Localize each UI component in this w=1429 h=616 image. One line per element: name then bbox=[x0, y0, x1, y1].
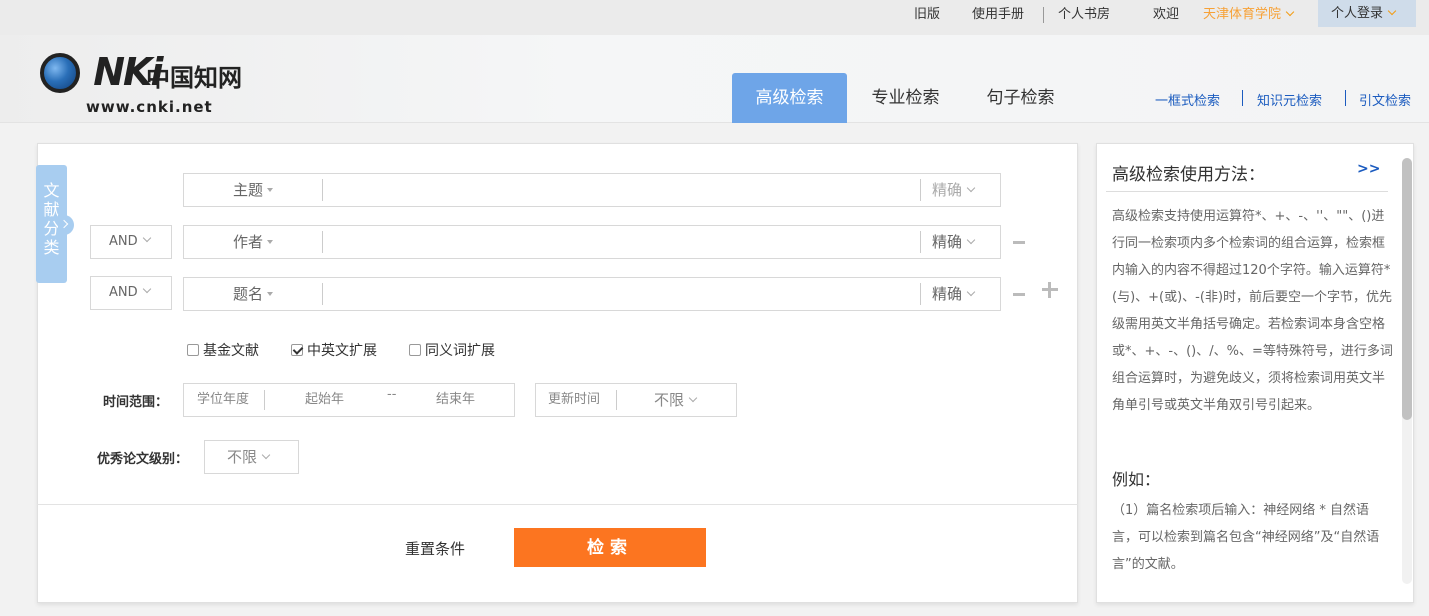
field-divider bbox=[920, 231, 921, 253]
excellent-thesis-select[interactable]: 不限 bbox=[204, 440, 299, 474]
search-input-3[interactable] bbox=[329, 282, 914, 306]
single-box-search-link[interactable]: 一框式检索 bbox=[1155, 90, 1220, 109]
checkbox-cn-en-expansion[interactable]: 中英文扩展 bbox=[291, 340, 377, 359]
topbar-divider bbox=[1043, 7, 1044, 23]
end-year-input[interactable]: 结束年 bbox=[436, 384, 475, 416]
header: NKi 中国知网 www.cnki.net bbox=[0, 35, 1429, 123]
globe-icon bbox=[40, 53, 80, 93]
checkbox-synonym-expansion[interactable]: 同义词扩展 bbox=[409, 340, 495, 359]
add-row-icon[interactable] bbox=[1042, 282, 1058, 298]
chevron-down-icon bbox=[966, 183, 976, 193]
field-divider bbox=[322, 231, 323, 253]
personal-login-label: 个人登录 bbox=[1331, 0, 1397, 30]
chevron-down-icon bbox=[261, 450, 271, 460]
institution-name: 天津体育学院 bbox=[1203, 7, 1282, 22]
field-divider bbox=[616, 390, 617, 410]
chevron-down-icon bbox=[966, 235, 976, 245]
logo-url: www.cnki.net bbox=[86, 98, 213, 116]
precision-select-3[interactable]: 精确 bbox=[932, 278, 976, 310]
panel-divider bbox=[37, 504, 1078, 505]
search-input-1[interactable] bbox=[329, 178, 914, 202]
search-button[interactable]: 检索 bbox=[514, 528, 706, 567]
top-bar: 旧版 使用手册 个人书房 欢迎 天津体育学院 个人登录 bbox=[0, 0, 1429, 35]
logic-select-3[interactable]: AND bbox=[90, 276, 172, 310]
help-title: 高级检索使用方法： bbox=[1112, 165, 1265, 185]
checkbox-box[interactable] bbox=[187, 344, 199, 356]
checkbox-box-checked[interactable] bbox=[291, 344, 303, 356]
reset-button[interactable]: 重置条件 bbox=[405, 538, 465, 559]
field-divider bbox=[322, 283, 323, 305]
range-dash: -- bbox=[387, 387, 397, 402]
link-divider bbox=[1345, 90, 1346, 106]
help-more-link[interactable]: >> bbox=[1357, 161, 1380, 177]
field-select-3[interactable]: 题名 bbox=[184, 278, 322, 310]
citation-search-link[interactable]: 引文检索 bbox=[1359, 90, 1411, 109]
field-divider bbox=[322, 179, 323, 201]
manual-link[interactable]: 使用手册 bbox=[972, 0, 1024, 30]
field-divider bbox=[920, 179, 921, 201]
search-row-2: 作者 精确 bbox=[183, 225, 1001, 259]
time-range-label: 时间范围： bbox=[103, 395, 169, 410]
chevron-down-icon bbox=[1285, 7, 1295, 17]
help-divider bbox=[1106, 191, 1388, 192]
logic-select-2[interactable]: AND bbox=[90, 225, 172, 259]
search-row-3: 题名 精确 bbox=[183, 277, 1001, 311]
tab-professional-search[interactable]: 专业检索 bbox=[858, 73, 953, 123]
personal-library-link[interactable]: 个人书房 bbox=[1058, 0, 1110, 30]
chevron-down-icon bbox=[1387, 6, 1397, 16]
help-example-title: 例如： bbox=[1112, 470, 1161, 489]
logo-chinese: 中国知网 bbox=[146, 63, 242, 92]
update-time-box: 更新时间 不限 bbox=[535, 383, 737, 417]
remove-row-3-icon[interactable] bbox=[1013, 293, 1025, 296]
precision-select-2[interactable]: 精确 bbox=[932, 226, 976, 258]
caret-down-icon bbox=[267, 292, 273, 296]
search-row-1: 主题 精确 bbox=[183, 173, 1001, 207]
help-scrollbar-thumb[interactable] bbox=[1402, 158, 1412, 420]
help-body: 高级检索支持使用运算符*、+、-、''、""、()进行同一检索项内多个检索词的组… bbox=[1112, 209, 1393, 413]
start-year-input[interactable]: 起始年 bbox=[305, 384, 344, 416]
field-divider bbox=[920, 283, 921, 305]
remove-row-2-icon[interactable] bbox=[1013, 241, 1025, 244]
time-range-box: 学位年度 起始年 -- 结束年 bbox=[183, 383, 515, 417]
link-divider bbox=[1242, 90, 1243, 106]
tab-advanced-search[interactable]: 高级检索 bbox=[732, 73, 847, 123]
field-select-1[interactable]: 主题 bbox=[184, 174, 322, 206]
precision-select-1[interactable]: 精确 bbox=[932, 174, 976, 206]
personal-login-button[interactable]: 个人登录 bbox=[1318, 0, 1416, 27]
chevron-down-icon bbox=[688, 393, 698, 403]
caret-down-icon bbox=[267, 188, 273, 192]
checkbox-fund-literature[interactable]: 基金文献 bbox=[187, 340, 259, 359]
welcome-text: 欢迎 bbox=[1153, 7, 1180, 22]
checkbox-box[interactable] bbox=[409, 344, 421, 356]
old-version-link[interactable]: 旧版 bbox=[914, 0, 940, 30]
tab-sentence-search[interactable]: 句子检索 bbox=[973, 73, 1068, 123]
update-time-label: 更新时间 bbox=[548, 392, 601, 407]
chevron-down-icon bbox=[966, 287, 976, 297]
chevron-down-icon bbox=[142, 284, 151, 294]
cnki-logo[interactable]: NKi 中国知网 www.cnki.net bbox=[38, 50, 248, 116]
institution-menu[interactable]: 天津体育学院 bbox=[1203, 0, 1295, 30]
time-type-select[interactable]: 学位年度 bbox=[197, 384, 249, 416]
field-divider bbox=[264, 390, 265, 410]
help-example-body: （1）篇名检索项后输入：神经网络 * 自然语言，可以检索到篇名包含“神经网络”及… bbox=[1112, 503, 1380, 572]
caret-down-icon bbox=[267, 240, 273, 244]
search-input-2[interactable] bbox=[329, 230, 914, 254]
chevron-down-icon bbox=[142, 233, 151, 243]
knowledge-element-search-link[interactable]: 知识元检索 bbox=[1257, 90, 1322, 109]
excellent-thesis-label: 优秀论文级别： bbox=[97, 452, 189, 467]
excellent-thesis-value: 不限 bbox=[227, 441, 271, 473]
update-time-select[interactable]: 不限 bbox=[654, 384, 698, 416]
field-select-2[interactable]: 作者 bbox=[184, 226, 322, 258]
